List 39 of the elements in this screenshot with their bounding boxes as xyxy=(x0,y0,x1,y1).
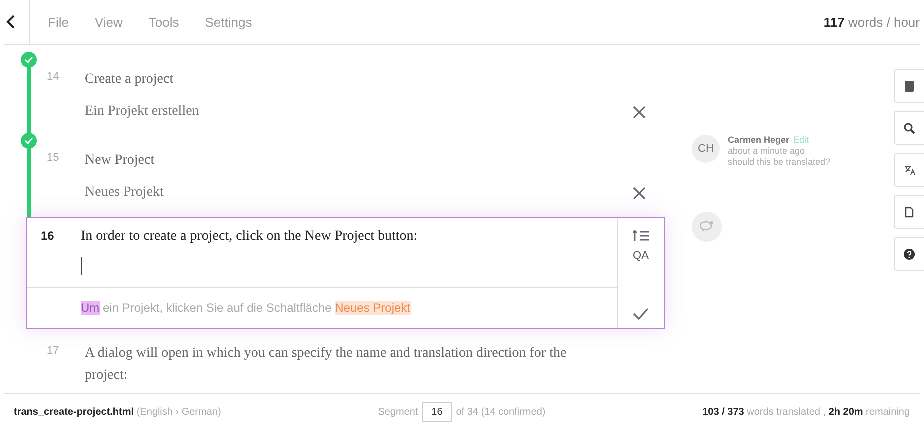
sort-list-icon[interactable] xyxy=(633,230,649,242)
close-icon[interactable] xyxy=(633,106,646,118)
progress-text: 103 / 373 words translated , 2h 20m remaining xyxy=(702,406,910,418)
segment-label: Segment xyxy=(378,406,418,418)
source-text: In order to create a project, click on the New Project button: xyxy=(81,229,418,245)
help-icon[interactable] xyxy=(894,237,924,271)
translation-suggestion[interactable]: Um ein Projekt, klicken Sie auf die Schaltfläche Neues Projekt xyxy=(27,287,617,328)
segment-number: 14 xyxy=(47,70,60,83)
document-icon[interactable] xyxy=(894,195,924,229)
comment-author: Carmen Heger xyxy=(728,135,790,145)
source-text: A dialog will open in which you can specify the name and translation direction for the project: xyxy=(85,345,568,385)
qa-button[interactable]: QA xyxy=(633,250,649,262)
segment-number: 17 xyxy=(47,344,60,357)
target-text: Neues Projekt xyxy=(85,185,164,201)
segment-input[interactable]: 16 xyxy=(422,402,452,422)
book-icon[interactable] xyxy=(894,69,924,103)
segment-number: 15 xyxy=(47,151,60,164)
segment-total: of 34 (14 confirmed) xyxy=(456,406,546,418)
menu-item[interactable]: Tools xyxy=(148,14,180,30)
menu-item[interactable]: Settings xyxy=(205,14,252,30)
words-per-hour: 117 words / hour xyxy=(824,14,920,30)
target-text: Ein Projekt erstellen xyxy=(85,104,200,120)
file-name: trans_create-project.html (English › German) xyxy=(14,406,222,418)
translate-icon[interactable] xyxy=(894,153,924,187)
avatar: CH xyxy=(692,135,720,163)
segment-number: 16 xyxy=(41,229,56,245)
speech-bubble-icon xyxy=(700,221,714,233)
source-text: Create a project xyxy=(85,71,175,89)
menu-item[interactable]: File xyxy=(48,14,69,30)
back-button[interactable] xyxy=(4,0,30,44)
close-icon[interactable] xyxy=(633,186,646,200)
menu-item[interactable]: View xyxy=(94,14,123,30)
comment-text: should this be translated? xyxy=(728,157,831,168)
edit-link[interactable]: Edit xyxy=(794,135,810,145)
source-text: New Project xyxy=(85,152,156,170)
chevron-left-icon xyxy=(6,15,16,29)
search-icon[interactable] xyxy=(894,111,924,145)
comment-time: about a minute ago xyxy=(728,146,806,157)
confirm-icon[interactable] xyxy=(633,308,649,320)
